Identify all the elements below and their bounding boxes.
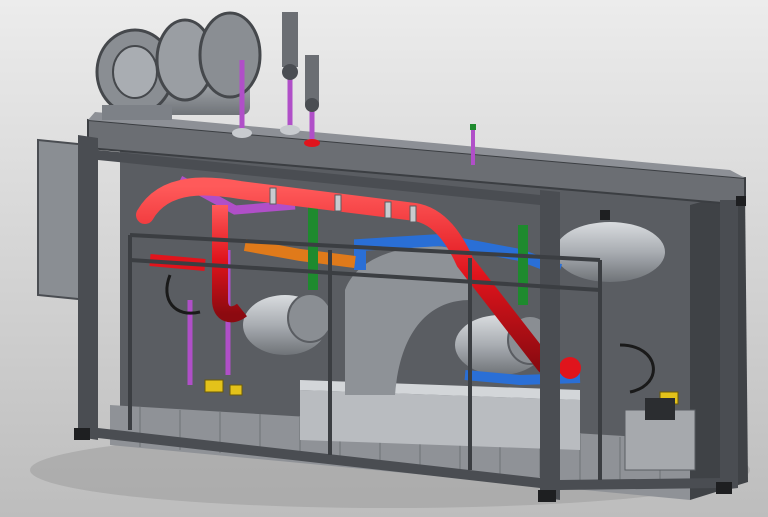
- hpu-motor: [645, 398, 675, 420]
- green-pipe-right: [518, 225, 528, 305]
- left-pump-flange: [287, 293, 333, 343]
- green-pipe-left: [308, 205, 318, 290]
- right-silencer-body: [555, 222, 665, 282]
- pump-base: [300, 390, 580, 450]
- red-pipe-end-cap: [559, 357, 581, 379]
- cad-render-scene: [0, 0, 768, 517]
- right-end-frame: [690, 190, 748, 500]
